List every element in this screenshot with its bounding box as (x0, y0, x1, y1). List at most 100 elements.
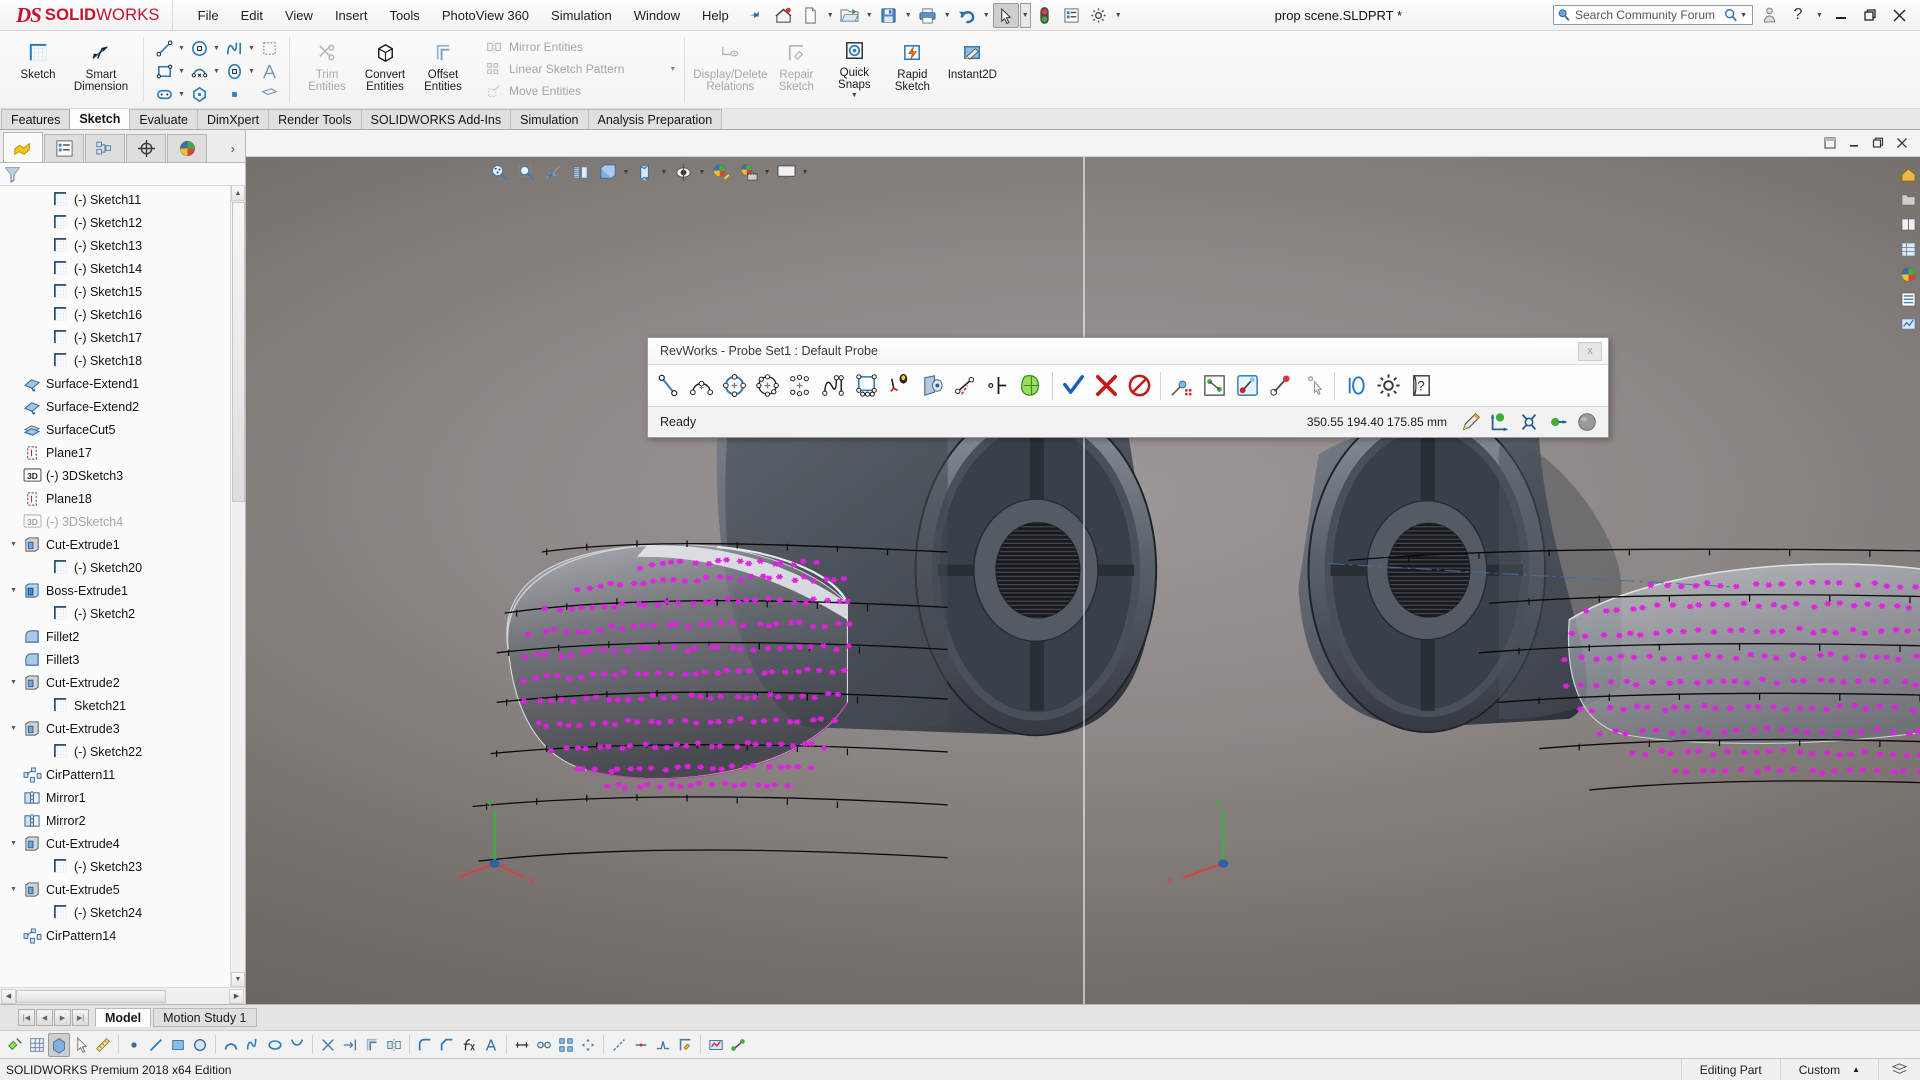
tree-scroll-down[interactable]: ▼ (231, 972, 245, 987)
options-list-icon[interactable] (1059, 3, 1085, 28)
smart-dimension-button[interactable]: Smart Dimension (67, 34, 135, 93)
viewport-split-divider[interactable] (1083, 157, 1085, 1004)
quick-snaps-caret[interactable]: ▼ (851, 92, 858, 99)
spline-caret[interactable]: ▼ (246, 37, 257, 59)
menu-photoview360[interactable]: PhotoView 360 (431, 0, 540, 30)
tree-node[interactable]: Sketch21 (0, 694, 245, 717)
probe-spline-icon[interactable] (817, 368, 850, 404)
display-style-caret[interactable]: ▼ (621, 159, 631, 185)
overlay-icon[interactable] (1878, 1059, 1920, 1080)
first-tab-icon[interactable]: |◀ (18, 1009, 35, 1026)
menu-tools[interactable]: Tools (378, 0, 430, 30)
probe-sphere-icon[interactable] (1573, 409, 1600, 435)
point-icon[interactable] (222, 83, 246, 105)
tree-node[interactable]: (-) Sketch22 (0, 740, 245, 763)
parabola-tool-icon[interactable] (286, 1033, 308, 1057)
probe-plane-icon[interactable] (916, 368, 949, 404)
text-icon[interactable] (257, 60, 281, 82)
zoom-to-area-icon[interactable] (513, 159, 539, 185)
view-orientation-icon[interactable] (632, 159, 658, 185)
probe-measure-icon[interactable] (1231, 368, 1264, 404)
probe-loop-icon[interactable] (1339, 368, 1372, 404)
display-style-icon[interactable] (594, 159, 620, 185)
settings-caret[interactable]: ▼ (1113, 3, 1124, 28)
tree-scrollbar[interactable]: ▲ ▼ (230, 186, 245, 987)
tree-node[interactable]: (-) Sketch11 (0, 188, 245, 211)
repair-sketch-button[interactable]: Repair Sketch (767, 34, 825, 93)
probe-settings-icon[interactable] (1372, 368, 1405, 404)
dialog-close-button[interactable]: x (1578, 342, 1602, 361)
undo-icon[interactable] (954, 3, 980, 28)
last-tab-icon[interactable]: ▶| (72, 1009, 89, 1026)
point-caret[interactable] (246, 83, 257, 105)
menu-edit[interactable]: Edit (230, 0, 274, 30)
rectangle-caret[interactable]: ▼ (176, 60, 187, 82)
probe-circle-points-icon[interactable] (751, 368, 784, 404)
slot-icon[interactable] (152, 83, 176, 105)
polygon-icon[interactable] (187, 83, 211, 105)
tree-node[interactable]: (-) Sketch16 (0, 303, 245, 326)
tree-node[interactable]: 3D(-) 3DSketch3 (0, 464, 245, 487)
hide-show-icon[interactable] (670, 159, 696, 185)
mirror-tool-icon[interactable] (383, 1033, 405, 1057)
tree-node[interactable]: (-) Sketch18 (0, 349, 245, 372)
tree-node[interactable]: (-) Sketch24 (0, 901, 245, 924)
arc-icon[interactable] (187, 60, 211, 82)
line-tool-icon[interactable] (145, 1033, 167, 1057)
rebuild-icon[interactable] (1032, 3, 1058, 28)
trim-entities-button[interactable]: Trim Entities (298, 34, 356, 93)
select-filter-icon[interactable] (4, 1033, 26, 1057)
arc-caret[interactable]: ▼ (211, 60, 222, 82)
probe-select-icon[interactable] (1297, 368, 1330, 404)
tree-hscroll-right[interactable]: ▶ (229, 989, 244, 1004)
view-home-icon[interactable] (1897, 163, 1919, 185)
circle-tool-icon[interactable] (189, 1033, 211, 1057)
save-caret[interactable]: ▼ (903, 3, 914, 28)
apply-scene-icon[interactable] (708, 159, 734, 185)
probe-align-icon[interactable] (1198, 368, 1231, 404)
tree-expand-toggle[interactable]: ▼ (6, 886, 21, 893)
linear-sketch-pattern-row[interactable]: Linear Sketch Pattern ▼ (482, 58, 676, 80)
tab-render-tools[interactable]: Render Tools (268, 109, 361, 129)
repair-tool-icon[interactable] (674, 1033, 696, 1057)
minimize-icon[interactable] (1828, 4, 1854, 26)
tree-hscroll-left[interactable]: ◀ (1, 989, 16, 1004)
configuration-manager-tab[interactable] (85, 134, 125, 162)
chevron-right-icon[interactable]: › (231, 141, 245, 162)
fillet-tool-icon[interactable] (414, 1033, 436, 1057)
simulation-rail-icon[interactable] (1897, 313, 1919, 335)
circle-caret[interactable]: ▼ (211, 37, 222, 59)
text-tool-icon[interactable] (480, 1033, 502, 1057)
offset-tool-icon[interactable] (361, 1033, 383, 1057)
scenes-caret[interactable]: ▼ (762, 159, 772, 185)
tree-node[interactable]: ▼Cut-Extrude5 (0, 878, 245, 901)
slot-caret[interactable]: ▼ (176, 83, 187, 105)
tree-node[interactable]: Surface-Extend2 (0, 395, 245, 418)
previous-view-icon[interactable] (540, 159, 566, 185)
print-caret[interactable]: ▼ (942, 3, 953, 28)
sensor-tool-icon[interactable] (705, 1033, 727, 1057)
rapid-sketch-button[interactable]: Rapid Sketch (883, 34, 941, 93)
grid-snap-icon[interactable] (26, 1033, 48, 1057)
tree-node[interactable]: ▼Cut-Extrude2 (0, 671, 245, 694)
probe-arc-icon[interactable] (685, 368, 718, 404)
open-folder-caret[interactable]: ▼ (864, 3, 875, 28)
measure-icon[interactable] (92, 1033, 114, 1057)
ellipse-icon[interactable] (222, 60, 246, 82)
probe-tool-icon[interactable] (727, 1033, 749, 1057)
tab-analysis-preparation[interactable]: Analysis Preparation (588, 109, 723, 129)
dialog-title-bar[interactable]: RevWorks - Probe Set1 : Default Probe x (648, 338, 1608, 365)
scenes-icon[interactable] (735, 159, 761, 185)
graphics-viewport[interactable]: ▼ ▼ ▼ ▼ ▼ (246, 130, 1920, 1004)
plane-icon[interactable] (257, 83, 281, 105)
tree-node[interactable]: ▼Cut-Extrude1 (0, 533, 245, 556)
probe-line-icon[interactable] (652, 368, 685, 404)
spline-icon[interactable] (222, 37, 246, 59)
cancel-x-icon[interactable] (1090, 368, 1123, 404)
trim-tool-icon[interactable] (317, 1033, 339, 1057)
rect-tool-icon[interactable] (167, 1033, 189, 1057)
probe-single-icon[interactable] (1264, 368, 1297, 404)
tree-expand-toggle[interactable]: ▼ (6, 679, 21, 686)
new-document-caret[interactable]: ▼ (825, 3, 836, 28)
jog-tool-icon[interactable] (652, 1033, 674, 1057)
